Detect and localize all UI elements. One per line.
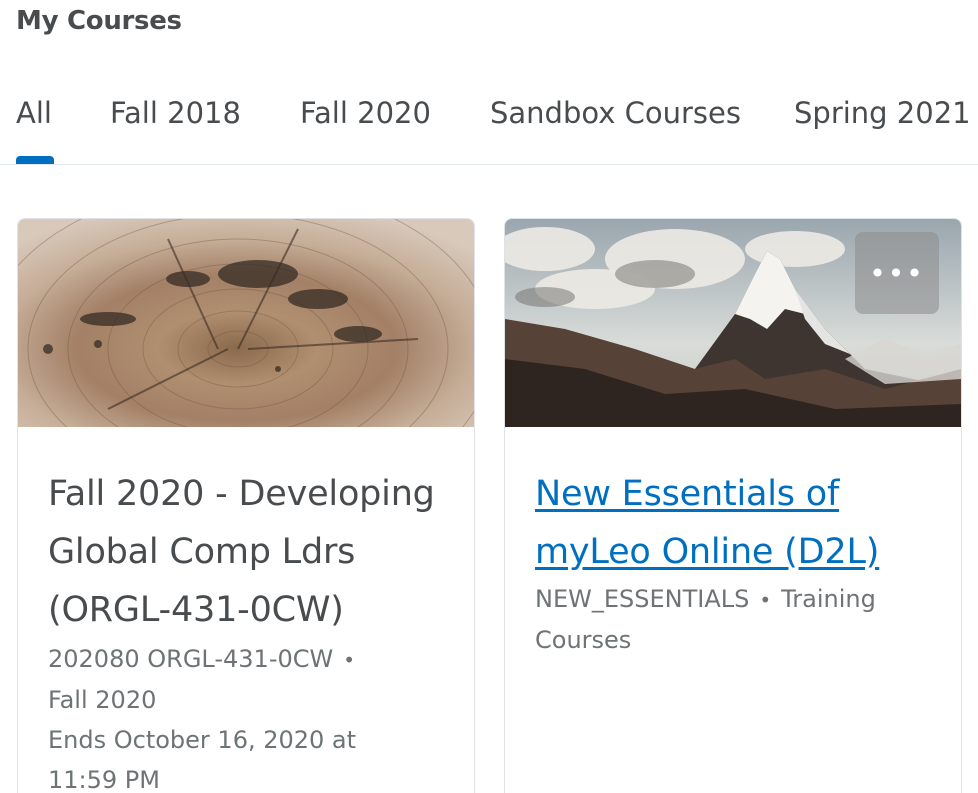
course-card[interactable]: Fall 2020 - Developing Global Comp Ldrs … [17, 218, 475, 793]
course-semester: Fall 2020 [48, 686, 157, 714]
ellipsis-icon: ••• [869, 256, 925, 290]
tab-all[interactable]: All [16, 96, 52, 130]
tab-sandbox-courses[interactable]: Sandbox Courses [490, 96, 741, 130]
course-card-body: Fall 2020 - Developing Global Comp Ldrs … [18, 427, 474, 793]
my-courses-widget: My Courses All Fall 2018 Fall 2020 Sandb… [0, 0, 978, 793]
course-card[interactable]: ••• New Essentials of myLeo Online (D2L)… [504, 218, 962, 793]
course-meta: 202080 ORGL-431-0CW • Fall 2020 Ends Octo… [48, 639, 444, 793]
course-meta: NEW_ESSENTIALS • Training Courses [535, 579, 931, 660]
page-title: My Courses [16, 6, 182, 36]
course-card-body: New Essentials of myLeo Online (D2L) NEW… [505, 427, 961, 660]
semester-tabs: All Fall 2018 Fall 2020 Sandbox Courses … [0, 96, 978, 168]
course-title[interactable]: Fall 2020 - Developing Global Comp Ldrs … [48, 465, 444, 639]
course-title-link[interactable]: New Essentials of myLeo Online (D2L) [535, 465, 931, 581]
course-options-button[interactable]: ••• [855, 232, 939, 314]
course-category: Training [781, 585, 876, 613]
course-end-time: 11:59 PM [48, 766, 160, 793]
course-category-cont: Courses [535, 626, 632, 654]
course-title-line: Fall 2020 - Developing [48, 474, 435, 514]
separator-dot: • [759, 588, 772, 612]
separator-dot: • [343, 648, 356, 672]
tab-spring-2021[interactable]: Spring 2021 [794, 96, 971, 130]
tab-fall-2018[interactable]: Fall 2018 [110, 96, 241, 130]
course-code: 202080 ORGL-431-0CW [48, 645, 334, 673]
course-end-date: Ends October 16, 2020 at [48, 726, 357, 754]
course-title-line: Global Comp Ldrs [48, 532, 356, 572]
active-tab-indicator [16, 156, 54, 164]
tab-fall-2020[interactable]: Fall 2020 [300, 96, 431, 130]
wood-rings-image[interactable] [18, 219, 474, 427]
mountain-image[interactable]: ••• [505, 219, 961, 427]
tab-divider [0, 164, 978, 165]
course-title-line: New Essentials of [535, 474, 840, 514]
course-code: NEW_ESSENTIALS [535, 585, 750, 613]
course-title-line: myLeo Online (D2L) [535, 532, 880, 572]
course-title-line: (ORGL-431-0CW) [48, 590, 344, 630]
